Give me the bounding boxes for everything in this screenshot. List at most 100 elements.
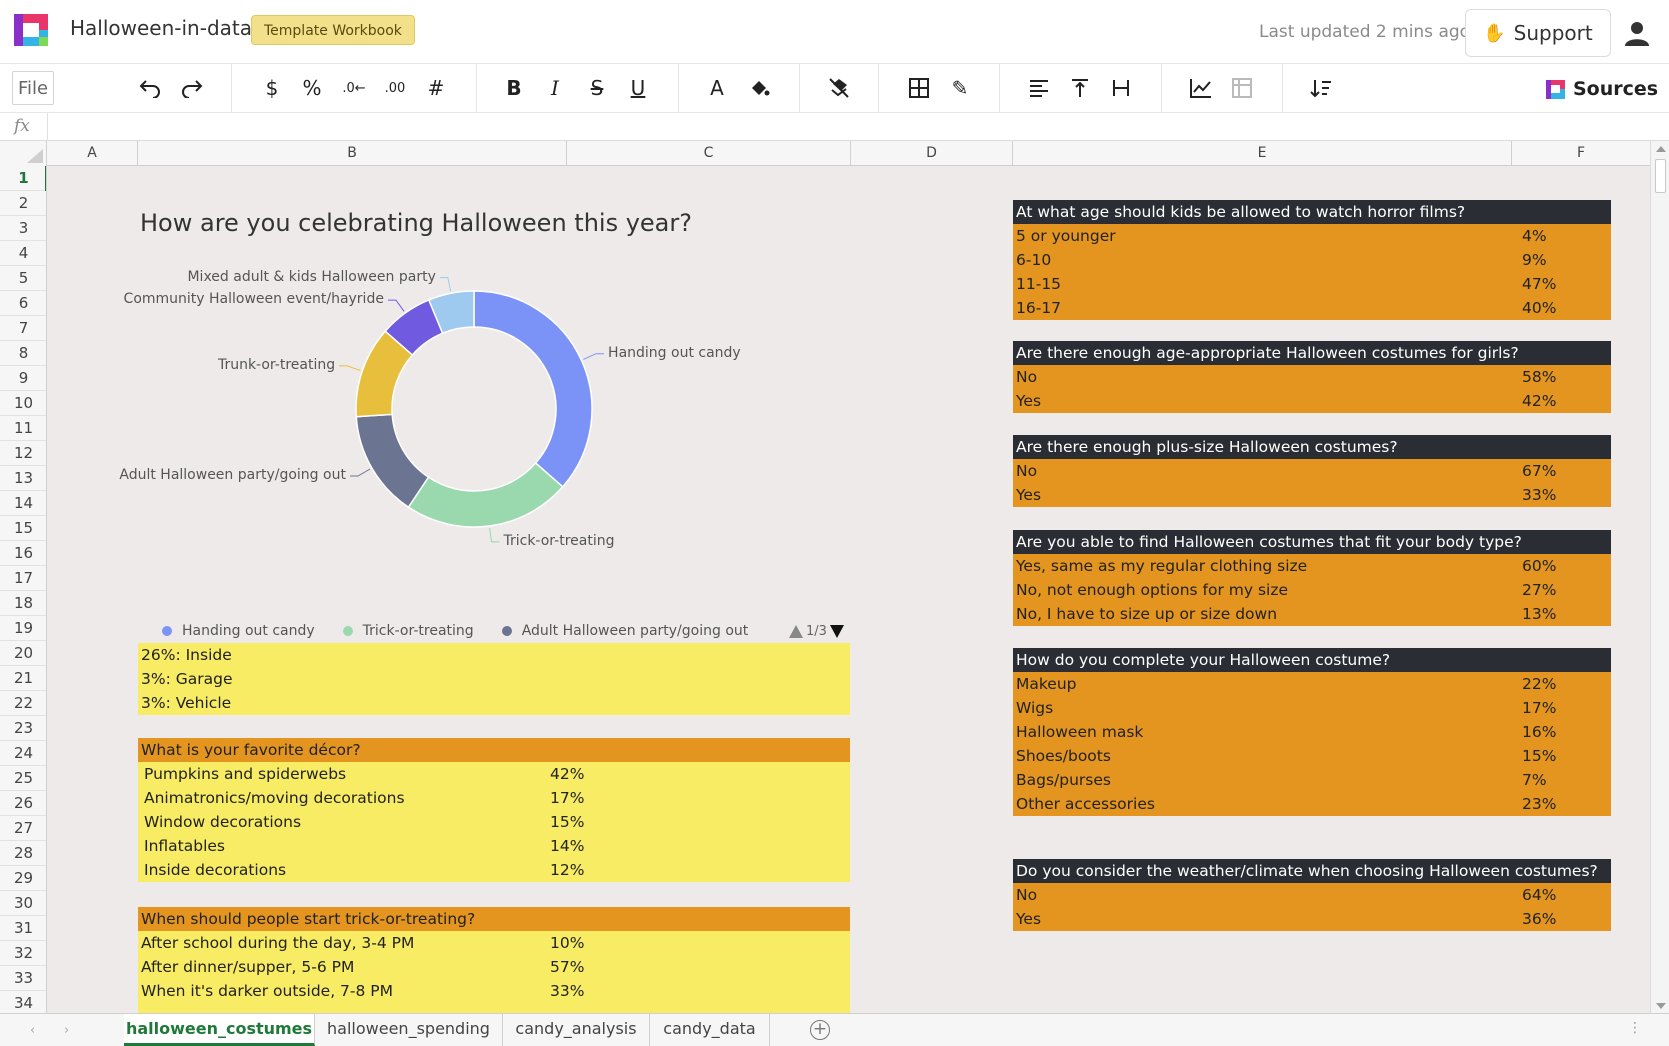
row-header-7[interactable]: 7 <box>0 316 46 341</box>
tabs-menu-icon[interactable]: ⋮ <box>1628 1020 1642 1036</box>
legend-item[interactable]: Trick-or-treating <box>342 623 474 639</box>
row-header-3[interactable]: 3 <box>0 216 46 241</box>
row-header-21[interactable]: 21 <box>0 666 46 691</box>
sheet-tab-halloween-spending[interactable]: halloween_spending <box>315 1014 503 1046</box>
legend-item[interactable]: Handing out candy <box>162 623 315 639</box>
legend-item[interactable]: Adult Halloween party/going out <box>501 623 748 639</box>
survey-percent: 22% <box>1522 675 1557 693</box>
column-header-b[interactable]: B <box>138 141 567 166</box>
vertical-scrollbar[interactable] <box>1650 141 1669 1013</box>
row-header-29[interactable]: 29 <box>0 866 46 891</box>
add-sheet-icon[interactable]: + <box>810 1020 830 1040</box>
sheet-tab-halloween-costumes[interactable]: halloween_costumes <box>124 1014 315 1046</box>
column-header-f[interactable]: F <box>1512 141 1650 166</box>
survey-block: How do you complete your Halloween costu… <box>1013 648 1611 816</box>
row-header-4[interactable]: 4 <box>0 241 46 266</box>
row-header-31[interactable]: 31 <box>0 916 46 941</box>
row-header-27[interactable]: 27 <box>0 816 46 841</box>
row-header-6[interactable]: 6 <box>0 291 46 316</box>
trick-value: 10% <box>550 934 585 952</box>
underline-icon[interactable]: U <box>624 74 652 102</box>
redo-icon[interactable] <box>178 74 206 102</box>
row-header-5[interactable]: 5 <box>0 266 46 291</box>
user-account-icon[interactable] <box>1624 20 1650 46</box>
pivot-icon[interactable] <box>1228 74 1256 102</box>
legend-prev-icon[interactable] <box>789 624 803 638</box>
tabs-prev-icon[interactable]: ‹ <box>30 1023 35 1038</box>
sheet-grid[interactable]: How are you celebrating Halloween this y… <box>47 166 1650 1013</box>
row-header-23[interactable]: 23 <box>0 716 46 741</box>
row-header-10[interactable]: 10 <box>0 391 46 416</box>
sheet-tab-candy-analysis[interactable]: candy_analysis <box>503 1014 650 1046</box>
sources-button[interactable]: Sources <box>1546 74 1658 104</box>
row-header-2[interactable]: 2 <box>0 191 46 216</box>
formula-input[interactable] <box>54 113 1644 141</box>
column-header-e[interactable]: E <box>1013 141 1512 166</box>
row-header-17[interactable]: 17 <box>0 566 46 591</box>
number-format-icon[interactable]: # <box>422 74 450 102</box>
row-header-13[interactable]: 13 <box>0 466 46 491</box>
row-header-20[interactable]: 20 <box>0 641 46 666</box>
undo-icon[interactable] <box>136 74 164 102</box>
row-header-12[interactable]: 12 <box>0 441 46 466</box>
row-header-33[interactable]: 33 <box>0 966 46 991</box>
sheet-tab-candy-data[interactable]: candy_data <box>650 1014 770 1046</box>
row-header-18[interactable]: 18 <box>0 591 46 616</box>
decor-value: 12% <box>550 861 585 879</box>
fill-color-icon[interactable] <box>745 74 773 102</box>
clear-format-icon[interactable] <box>825 74 853 102</box>
scroll-down-icon[interactable] <box>1656 1003 1666 1009</box>
row-header-34[interactable]: 34 <box>0 991 46 1013</box>
row-header-32[interactable]: 32 <box>0 941 46 966</box>
row-header-30[interactable]: 30 <box>0 891 46 916</box>
increase-decimal-icon[interactable]: .00 <box>381 74 409 102</box>
row-header-16[interactable]: 16 <box>0 541 46 566</box>
scroll-thumb[interactable] <box>1655 159 1666 193</box>
bold-icon[interactable]: B <box>500 74 528 102</box>
app-logo[interactable] <box>14 14 48 46</box>
row-header-26[interactable]: 26 <box>0 791 46 816</box>
align-top-icon[interactable] <box>1066 74 1094 102</box>
text-color-icon[interactable]: A <box>703 74 731 102</box>
file-menu-button[interactable]: File <box>12 71 54 105</box>
text-wrap-icon[interactable] <box>1107 74 1135 102</box>
row-header-24[interactable]: 24 <box>0 741 46 766</box>
row-header-15[interactable]: 15 <box>0 516 46 541</box>
trick-value: 33% <box>550 982 585 1000</box>
strikethrough-icon[interactable]: S <box>583 74 611 102</box>
row-header-19[interactable]: 19 <box>0 616 46 641</box>
align-left-icon[interactable] <box>1025 74 1053 102</box>
currency-icon[interactable]: $ <box>258 74 286 102</box>
row-header-25[interactable]: 25 <box>0 766 46 791</box>
survey-row: Yes, same as my regular clothing size 60% <box>1013 554 1611 578</box>
row-header-8[interactable]: 8 <box>0 341 46 366</box>
workbook-title: Halloween-in-data <box>70 16 253 40</box>
column-header-c[interactable]: C <box>567 141 851 166</box>
survey-percent: 16% <box>1522 723 1557 741</box>
support-button[interactable]: ✋ Support <box>1465 9 1611 57</box>
chart-icon[interactable] <box>1187 74 1215 102</box>
percent-icon[interactable]: % <box>298 74 326 102</box>
column-header-a[interactable]: A <box>47 141 138 166</box>
decrease-decimal-icon[interactable]: .0← <box>340 74 368 102</box>
row-header-28[interactable]: 28 <box>0 841 46 866</box>
row-header-1[interactable]: 1 <box>0 166 46 191</box>
row-header-14[interactable]: 14 <box>0 491 46 516</box>
select-all-corner[interactable] <box>0 141 47 166</box>
row-header-22[interactable]: 22 <box>0 691 46 716</box>
survey-percent: 33% <box>1522 486 1557 504</box>
sort-icon[interactable] <box>1307 74 1335 102</box>
survey-row: Yes 33% <box>1013 483 1611 507</box>
survey-answer: No, I have to size up or size down <box>1016 605 1278 623</box>
scroll-up-icon[interactable] <box>1656 146 1666 152</box>
tabs-next-icon[interactable]: › <box>64 1023 69 1038</box>
borders-icon[interactable] <box>905 74 933 102</box>
row-header-11[interactable]: 11 <box>0 416 46 441</box>
row-header-9[interactable]: 9 <box>0 366 46 391</box>
survey-answer: No <box>1016 368 1038 386</box>
italic-icon[interactable]: I <box>541 74 569 102</box>
edit-icon[interactable]: ✎ <box>946 74 974 102</box>
legend-next-icon[interactable] <box>829 624 844 638</box>
column-header-d[interactable]: D <box>851 141 1013 166</box>
legend-label: Handing out candy <box>182 623 315 639</box>
